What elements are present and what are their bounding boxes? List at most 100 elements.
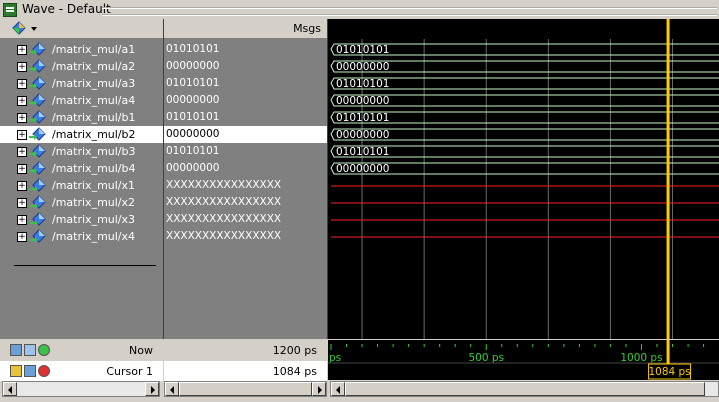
- signal-name: /matrix_mul/a1: [52, 43, 136, 56]
- cursor-row[interactable]: Cursor 1: [0, 361, 163, 381]
- scroll-left-arrow[interactable]: [165, 382, 179, 396]
- signal-value-row[interactable]: 00000000: [164, 160, 327, 177]
- signal-value: 01010101: [166, 77, 220, 89]
- values-header: Msgs: [164, 19, 327, 39]
- signal-value-row[interactable]: XXXXXXXXXXXXXXXX: [164, 228, 327, 245]
- pencil-icon[interactable]: [24, 365, 36, 377]
- now-toolbar-icons: [10, 344, 52, 359]
- plus-expand-icon[interactable]: +: [17, 45, 27, 55]
- signal-diamond-icon: [29, 59, 46, 73]
- names-scrollbar[interactable]: [2, 381, 160, 397]
- signal-value: XXXXXXXXXXXXXXXX: [166, 196, 282, 208]
- plus-expand-icon[interactable]: +: [17, 181, 27, 191]
- window-title: Wave - Default: [22, 2, 111, 16]
- plus-expand-icon[interactable]: +: [17, 62, 27, 72]
- signal-value-row[interactable]: 01010101: [164, 109, 327, 126]
- signal-diamond-icon: [30, 178, 46, 192]
- lock-icon[interactable]: [10, 365, 22, 377]
- signal-value-row[interactable]: 00000000: [164, 58, 327, 75]
- plus-expand-icon[interactable]: +: [17, 79, 27, 89]
- signal-diamond-icon: [29, 127, 46, 141]
- scroll-right-arrow[interactable]: [312, 382, 326, 396]
- edit-icon[interactable]: [24, 344, 36, 356]
- signal-row[interactable]: + /matrix_mul/b2: [0, 126, 163, 143]
- wave-value-label: 01010101: [336, 44, 389, 56]
- plus-expand-icon[interactable]: +: [17, 215, 27, 225]
- now-value-row: 1200 ps: [164, 340, 327, 360]
- signal-row[interactable]: + /matrix_mul/x4: [0, 228, 163, 245]
- chevron-down-icon[interactable]: [31, 27, 37, 31]
- wave-value-label: 00000000: [336, 61, 389, 73]
- signal-row[interactable]: + /matrix_mul/a2: [0, 58, 163, 75]
- signal-value: 01010101: [166, 43, 220, 55]
- signal-row[interactable]: + /matrix_mul/b4: [0, 160, 163, 177]
- wave-value-label: 00000000: [336, 95, 389, 107]
- scroll-thumb[interactable]: [179, 382, 312, 396]
- timeline-ruler[interactable]: ps 500 ps 1000 ps 1084 ps: [328, 340, 719, 380]
- signal-value-row[interactable]: 01010101: [164, 75, 327, 92]
- signal-value-row[interactable]: 00000000: [164, 126, 327, 143]
- wave-scrollbar[interactable]: [330, 381, 719, 397]
- plus-expand-icon[interactable]: +: [17, 113, 27, 123]
- signal-name: /matrix_mul/a3: [52, 77, 136, 90]
- tree-line: [14, 265, 156, 266]
- cursor-line[interactable]: [666, 19, 670, 339]
- plus-expand-icon[interactable]: +: [17, 147, 27, 157]
- names-footer: Now Cursor 1: [0, 340, 163, 381]
- titlebar-grip[interactable]: [102, 7, 717, 16]
- signal-row[interactable]: + /matrix_mul/x1: [0, 177, 163, 194]
- signal-diamond-icon[interactable]: [12, 21, 27, 35]
- signal-row[interactable]: + /matrix_mul/a4: [0, 92, 163, 109]
- signal-row[interactable]: + /matrix_mul/x2: [0, 194, 163, 211]
- timeline-footer[interactable]: ps 500 ps 1000 ps 1084 ps: [328, 340, 719, 380]
- wave-value-label: 00000000: [336, 163, 389, 175]
- signal-value-row[interactable]: 01010101: [164, 41, 327, 58]
- signal-diamond-icon: [30, 195, 46, 209]
- signal-row[interactable]: + /matrix_mul/b1: [0, 109, 163, 126]
- signal-value-row[interactable]: 01010101: [164, 143, 327, 160]
- signal-value: 00000000: [166, 60, 220, 72]
- plus-expand-icon[interactable]: +: [17, 130, 27, 140]
- signal-row[interactable]: + /matrix_mul/b3: [0, 143, 163, 160]
- cursor-time-label: 1084 ps: [648, 366, 690, 378]
- plus-expand-icon[interactable]: +: [17, 164, 27, 174]
- signal-value: XXXXXXXXXXXXXXXX: [166, 213, 282, 225]
- values-scrollbar[interactable]: [164, 381, 327, 397]
- cursor-line[interactable]: [666, 340, 670, 364]
- values-footer: 1200 ps 1084 ps: [164, 340, 327, 381]
- signal-row[interactable]: + /matrix_mul/a1: [0, 41, 163, 58]
- cursor-toolbar-icons: [10, 365, 52, 380]
- signal-values-pane: Msgs 01010101 00000000 01010101 00000000 010…: [164, 19, 328, 339]
- signal-name: /matrix_mul/x4: [52, 230, 136, 243]
- signal-value-row[interactable]: 00000000: [164, 92, 327, 109]
- signal-names-pane: + /matrix_mul/a1 + /matrix_mul/a2 + /matrix_m…: [0, 19, 164, 339]
- add-icon[interactable]: [10, 344, 22, 356]
- signal-diamond-icon: [30, 229, 46, 243]
- plus-expand-icon[interactable]: +: [17, 96, 27, 106]
- scroll-left-arrow[interactable]: [3, 382, 17, 396]
- signal-row[interactable]: + /matrix_mul/x3: [0, 211, 163, 228]
- signal-name: /matrix_mul/a4: [52, 94, 136, 107]
- scroll-thumb[interactable]: [345, 382, 705, 396]
- signal-value-row[interactable]: XXXXXXXXXXXXXXXX: [164, 194, 327, 211]
- signal-value: 00000000: [166, 162, 220, 174]
- cursor-value-row[interactable]: 1084 ps: [164, 361, 327, 381]
- waveform-canvas[interactable]: 01010101 00000000 01010101 00000000 01010101…: [328, 19, 719, 339]
- window-titlebar[interactable]: Wave - Default: [0, 0, 719, 20]
- plus-expand-icon[interactable]: +: [17, 198, 27, 208]
- scroll-left-arrow[interactable]: [331, 382, 345, 396]
- signal-value: XXXXXXXXXXXXXXXX: [166, 179, 282, 191]
- signal-value-row[interactable]: XXXXXXXXXXXXXXXX: [164, 177, 327, 194]
- waveform-pane[interactable]: 01010101 00000000 01010101 00000000 01010101…: [328, 19, 719, 339]
- names-header: [0, 19, 163, 39]
- signal-value-row[interactable]: XXXXXXXXXXXXXXXX: [164, 211, 327, 228]
- scroll-right-arrow[interactable]: [145, 382, 159, 396]
- signal-row[interactable]: + /matrix_mul/a3: [0, 75, 163, 92]
- signal-value: 00000000: [166, 128, 220, 140]
- signal-name: /matrix_mul/b4: [52, 162, 136, 175]
- plus-icon[interactable]: [38, 344, 50, 356]
- remove-icon[interactable]: [38, 365, 50, 377]
- plus-expand-icon[interactable]: +: [17, 232, 27, 242]
- signal-value: 01010101: [166, 111, 220, 123]
- signal-value: 01010101: [166, 145, 220, 157]
